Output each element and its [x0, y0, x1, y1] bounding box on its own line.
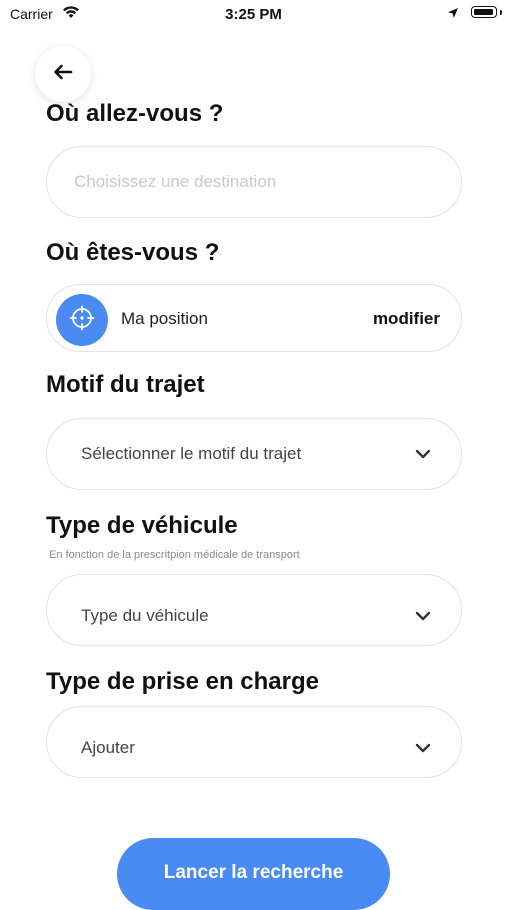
- location-arrow-icon: [447, 6, 459, 23]
- vehicle-type-subtitle: En fonction de la prescritpion médicale …: [49, 549, 300, 561]
- crosshair-icon: [69, 305, 95, 336]
- modify-origin-link[interactable]: modifier: [373, 285, 440, 353]
- vehicle-type-value: Type du véhicule: [81, 606, 209, 625]
- care-type-value: Ajouter: [81, 738, 135, 757]
- chevron-down-icon: [415, 740, 431, 758]
- search-button[interactable]: Lancer la recherche: [117, 838, 390, 910]
- back-button[interactable]: [35, 46, 91, 102]
- trip-reason-title: Motif du trajet: [46, 371, 205, 398]
- trip-reason-value: Sélectionner le motif du trajet: [81, 444, 302, 463]
- care-type-title: Type de prise en charge: [46, 668, 319, 695]
- vehicle-type-title: Type de véhicule: [46, 512, 238, 539]
- arrow-left-icon: [53, 64, 73, 85]
- origin-title: Où êtes-vous ?: [46, 239, 220, 266]
- care-type-select[interactable]: Ajouter: [46, 706, 462, 778]
- vehicle-type-select[interactable]: Type du véhicule: [46, 574, 462, 646]
- trip-reason-select[interactable]: Sélectionner le motif du trajet: [46, 418, 462, 490]
- destination-input[interactable]: Choisissez une destination: [46, 146, 462, 218]
- status-bar: Carrier 3:25 PM: [0, 0, 507, 30]
- search-button-label: Lancer la recherche: [163, 862, 344, 883]
- origin-value: Ma position: [121, 309, 208, 328]
- status-time: 3:25 PM: [225, 6, 282, 23]
- destination-placeholder: Choisissez une destination: [74, 172, 277, 191]
- origin-field[interactable]: Ma position modifier: [46, 284, 462, 352]
- chevron-down-icon: [415, 446, 431, 464]
- chevron-down-icon: [415, 608, 431, 626]
- crosshair-badge: [56, 294, 108, 346]
- destination-title: Où allez-vous ?: [46, 100, 224, 127]
- battery-icon: [471, 6, 497, 18]
